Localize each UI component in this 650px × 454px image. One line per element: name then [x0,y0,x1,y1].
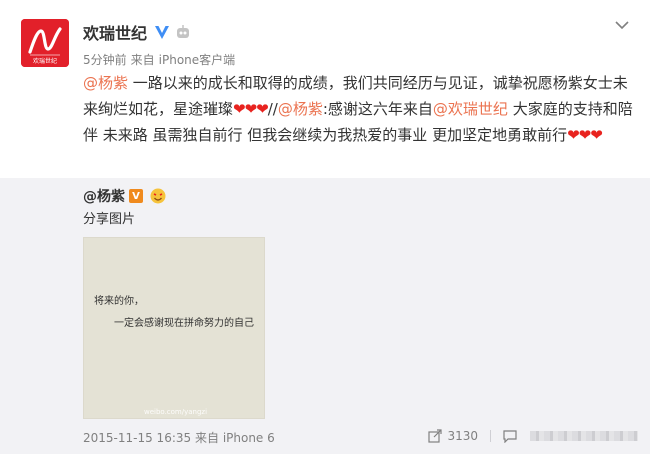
repost-source[interactable]: iPhone 6 [223,431,275,445]
author-line: 欢瑞世纪 [83,20,191,44]
repost-author-line: @杨紫 V [83,186,167,206]
image-watermark: weibo.com/yangzi [144,408,208,416]
heart-emoji: ❤❤❤ [233,100,269,118]
robot-icon[interactable] [175,24,191,40]
vip-icon[interactable]: V [129,189,143,203]
obscured-area [530,431,638,441]
emoji-icon [149,187,167,205]
source-prefix: 来自 [194,431,219,445]
weibo-post: 欢瑞世纪 欢瑞世纪 5分钟前 来自 iPhone客户端 @杨紫 一路以来的成长和取得… [0,0,650,454]
mention-link[interactable]: @杨紫 [278,100,323,118]
repost-separator: // [267,100,278,118]
repost-count: 3130 [447,429,478,443]
mention-link[interactable]: @欢瑞世纪 [433,100,508,118]
brand-logo-icon: 欢瑞世纪 [21,19,69,67]
reposted-weibo: @杨紫 V 分享图片 将来的你， 一定会感谢现在拼命努力的自己 weibo.co… [0,178,650,454]
chevron-down-icon[interactable] [614,16,630,30]
image-text-line: 将来的你， [94,296,144,307]
author-name[interactable]: 欢瑞世纪 [83,20,147,44]
post-time[interactable]: 5分钟前 [83,53,127,67]
comment-button[interactable] [503,429,522,443]
image-text-line: 一定会感谢现在拼命努力的自己 [114,318,254,329]
heart-emoji: ❤❤❤ [567,126,603,144]
repost-footer: 2015-11-15 16:35 来自 iPhone 6 3130 [83,429,638,445]
v-verified-icon[interactable] [153,23,171,41]
avatar-label: 欢瑞世纪 [33,57,57,65]
repost-button[interactable]: 3130 [428,429,478,443]
shared-image[interactable]: 将来的你， 一定会感谢现在拼命努力的自己 weibo.com/yangzi [83,237,265,419]
post-meta: 5分钟前 来自 iPhone客户端 [83,51,239,68]
post-source[interactable]: iPhone客户端 [159,53,236,67]
post-text: :感谢这六年来自 [322,100,433,118]
source-prefix: 来自 [130,53,155,67]
repost-actions: 3130 [416,429,638,443]
avatar[interactable]: 欢瑞世纪 [21,19,69,67]
repost-text: 分享图片 [83,212,136,227]
comment-icon [503,429,517,443]
divider [490,430,491,442]
repost-author[interactable]: @杨紫 [83,186,125,206]
repost-meta: 2015-11-15 16:35 来自 iPhone 6 [83,429,275,446]
mention-link[interactable]: @杨紫 [83,74,128,92]
repost-icon [428,429,443,443]
repost-time[interactable]: 2015-11-15 16:35 [83,431,191,445]
post-content: @杨紫 一路以来的成长和取得的成绩，我们共同经历与见证，诚挚祝愿杨紫女士未来绚烂… [83,70,638,148]
